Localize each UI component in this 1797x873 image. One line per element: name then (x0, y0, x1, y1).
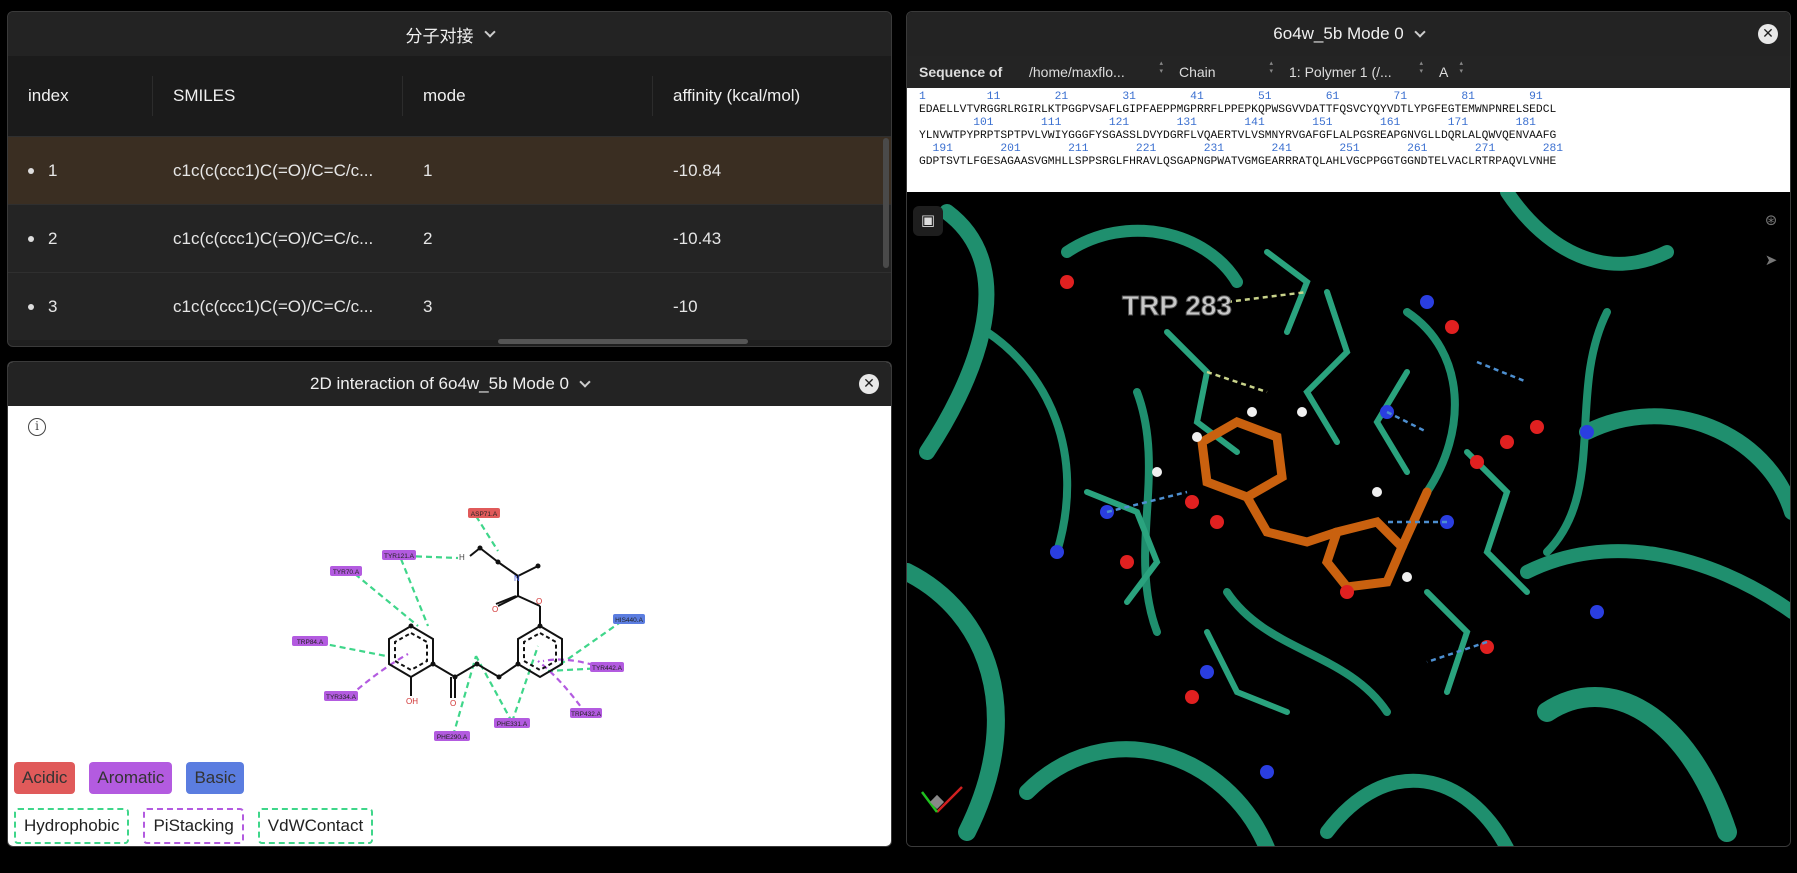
ligand-ring (1197, 417, 1287, 502)
sequence-toolbar: Sequence of /home/maxflo... Chain 1: Pol… (907, 56, 1790, 88)
cursor-icon[interactable]: ➤ (1756, 246, 1786, 276)
row-mode: 1 (423, 160, 433, 180)
row-mode: 2 (423, 228, 433, 248)
row-index: 1 (48, 160, 58, 180)
legend-acidic[interactable]: Acidic (14, 762, 76, 794)
settings-icon[interactable]: ⊛ (1756, 206, 1786, 236)
vertical-scrollbar[interactable] (883, 138, 889, 268)
horizontal-scrollbar[interactable] (498, 339, 748, 344)
atom-label: O (492, 605, 498, 614)
sequence-line[interactable]: GDPTSVTLFGESAGAASVGMHLLSPPSRGLFHRAVLQSGA… (919, 156, 1780, 169)
residue-label[interactable]: TRP84.A (297, 639, 324, 646)
chevron-down-icon[interactable] (483, 25, 496, 38)
table-header: index SMILES mode affinity (kcal/mol) (8, 56, 891, 136)
row-index: 3 (48, 296, 58, 316)
residue-label[interactable]: ASP71.A (471, 511, 498, 518)
row-index-cell: 1 (8, 161, 153, 181)
row-mode: 3 (423, 296, 433, 316)
molecule-render: TRP 283 (907, 185, 1790, 846)
row-affinity: -10.43 (673, 228, 722, 248)
sequence-numbers: 101 111 121 131 141 151 161 171 181 (919, 117, 1536, 129)
row-affinity: -10.84 (673, 160, 722, 180)
sequence-line[interactable]: YLNVWTPYPRPTSPTPVLVWIYGGGFYSGASSLDVYDGRF… (919, 130, 1780, 143)
interaction-panel-header[interactable]: 2D interaction of 6o4w_5b Mode 0 ✕ (8, 362, 891, 406)
atom-label: O (536, 597, 542, 606)
ligand-chain (1242, 492, 1342, 547)
interaction-line (319, 641, 387, 658)
interaction-diagram: H N O O O OH ASP71.A TYR121.A TYR70.A TR… (292, 508, 645, 741)
bullet-icon (28, 304, 34, 311)
interaction-2d-panel: 2D interaction of 6o4w_5b Mode 0 ✕ i H N… (7, 361, 892, 847)
screenshot-icon[interactable]: ▣ (913, 206, 943, 236)
interaction-line (354, 573, 419, 627)
interaction-line (451, 655, 478, 737)
column-header-index[interactable]: index (8, 76, 153, 116)
row-smiles: c1c(c(ccc1)C(=O)/C=C/c... (173, 228, 374, 248)
structure-viewer-panel: 6o4w_5b Mode 0 ✕ Sequence of /home/maxfl… (906, 11, 1791, 847)
bullet-icon (28, 236, 34, 243)
interaction-panel-title: 2D interaction of 6o4w_5b Mode 0 (310, 374, 569, 393)
residue-type-legend: Acidic Aromatic Basic (14, 762, 245, 794)
interaction-line (349, 653, 409, 697)
row-index-cell: 2 (8, 229, 153, 249)
residue-label[interactable]: PHE331.A (497, 721, 528, 728)
sequence-numbers: 191 201 211 221 231 241 251 261 271 281 (919, 143, 1564, 155)
row-index: 2 (48, 228, 58, 248)
legend-aromatic[interactable]: Aromatic (89, 762, 173, 794)
polymer-select[interactable]: 1: Polymer 1 (/... (1277, 60, 1427, 80)
table-row[interactable]: 1 c1c(c(ccc1)C(=O)/C=C/c... 1 -10.84 (8, 136, 891, 204)
docking-results-panel: 分子对接 index SMILES mode affinity (kcal/mo… (7, 11, 892, 347)
legend-vdwcontact[interactable]: VdWContact (257, 808, 374, 844)
legend-pistacking[interactable]: PiStacking (143, 808, 244, 844)
results-table: index SMILES mode affinity (kcal/mol) 1 … (8, 56, 891, 340)
residue-3d-label: TRP 283 (1122, 290, 1232, 321)
bullet-icon (28, 168, 34, 175)
column-header-affinity[interactable]: affinity (kcal/mol) (653, 76, 883, 116)
sequence-line[interactable]: EDAELLVTVRGGRLRGIRLKTPGGPVSAFLGIPFAEPPMG… (919, 104, 1780, 117)
close-icon[interactable]: ✕ (859, 374, 879, 394)
viewer-panel-header[interactable]: 6o4w_5b Mode 0 ✕ (907, 12, 1790, 56)
chevron-down-icon[interactable] (579, 375, 591, 388)
atom-label: O (450, 699, 456, 708)
interaction-line (557, 620, 623, 667)
sequence-label: Sequence of (919, 64, 1003, 80)
residue-label[interactable]: TYR121.A (384, 553, 415, 560)
atom-label: H (459, 553, 465, 562)
table-row[interactable]: 3 c1c(c(ccc1)C(=O)/C=C/c... 3 -10 (8, 272, 891, 340)
row-smiles: c1c(c(ccc1)C(=O)/C=C/c... (173, 296, 374, 316)
column-header-mode[interactable]: mode (403, 76, 653, 116)
atom-label: OH (406, 697, 418, 706)
residue-label[interactable]: TRP432.A (571, 711, 602, 718)
chevron-down-icon[interactable] (1414, 25, 1426, 38)
docking-panel-header[interactable]: 分子对接 (8, 12, 891, 56)
row-smiles: c1c(c(ccc1)C(=O)/C=C/c... (173, 160, 374, 180)
legend-basic[interactable]: Basic (186, 762, 245, 794)
column-header-smiles[interactable]: SMILES (153, 76, 403, 116)
legend-hydrophobic[interactable]: Hydrophobic (14, 808, 130, 844)
structure-path-select[interactable]: /home/maxflo... (1017, 60, 1167, 80)
viewer-panel-title: 6o4w_5b Mode 0 (1273, 24, 1404, 43)
ligand-ring (1321, 517, 1408, 592)
table-row[interactable]: 2 c1c(c(ccc1)C(=O)/C=C/c... 2 -10.43 (8, 204, 891, 272)
residue-label[interactable]: PHE290.A (437, 734, 468, 741)
chain-mode-select[interactable]: Chain (1167, 60, 1277, 80)
residue-label[interactable]: TYR70.A (333, 569, 360, 576)
row-index-cell: 3 (8, 297, 153, 317)
close-icon[interactable]: ✕ (1758, 24, 1778, 44)
chain-select[interactable]: A (1427, 60, 1467, 80)
residue-label[interactable]: HIS440.A (615, 617, 643, 624)
interaction-type-legend: Hydrophobic PiStacking VdWContact (14, 808, 374, 844)
row-affinity: -10 (673, 296, 698, 316)
residue-label[interactable]: TYR442.A (592, 665, 623, 672)
atom-label: N (514, 574, 520, 583)
sequence-numbers: 1 11 21 31 41 51 61 71 81 91 (919, 91, 1543, 103)
molecule-3d-canvas[interactable]: TRP 283 ▣ ⊛ ➤ (907, 185, 1790, 846)
sequence-view[interactable]: 1 11 21 31 41 51 61 71 81 91 EDAELLVTVRG… (907, 88, 1790, 192)
residue-label[interactable]: TYR334.A (326, 694, 357, 701)
docking-panel-title: 分子对接 (405, 26, 474, 46)
